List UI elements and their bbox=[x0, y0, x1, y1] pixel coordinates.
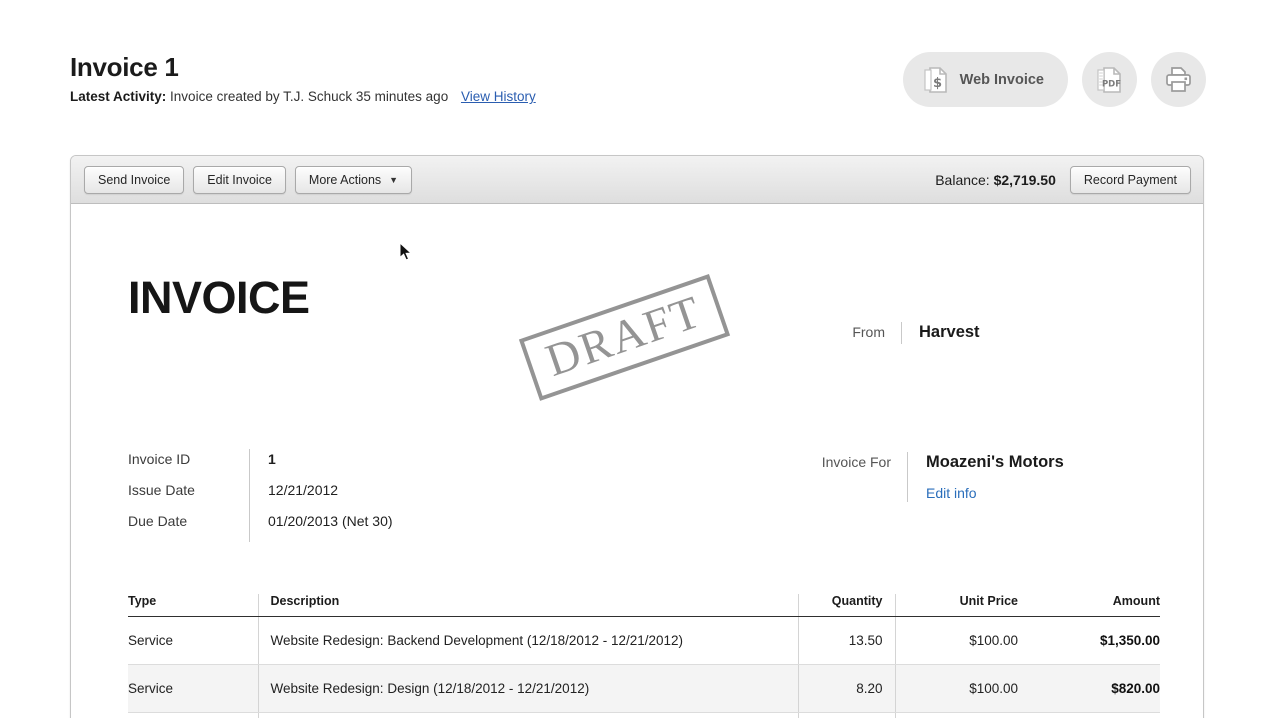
cell-type: Service bbox=[128, 664, 258, 713]
cell-description: Website Redesign: Design (12/18/2012 - 1… bbox=[257, 664, 798, 713]
table-row: Service Website Redesign: Design (12/18/… bbox=[128, 664, 1160, 713]
meta-value: 12/21/2012 bbox=[268, 482, 339, 498]
cell-quantity: 8.20 bbox=[797, 664, 895, 713]
chevron-down-icon: ▼ bbox=[389, 175, 399, 185]
send-invoice-button[interactable]: Send Invoice bbox=[84, 165, 185, 194]
cell-quantity: 13.50 bbox=[797, 616, 895, 665]
latest-activity-text: Invoice created by T.J. Schuck 35 minute… bbox=[170, 89, 449, 104]
cell-quantity: 4.20 bbox=[797, 712, 895, 718]
column-header-type: Type bbox=[128, 594, 258, 617]
meta-label: Due Date bbox=[128, 513, 188, 529]
cell-description: Website Redesign: Backend Development (1… bbox=[257, 616, 798, 665]
meta-value: 01/20/2013 (Net 30) bbox=[268, 513, 393, 529]
meta-row-invoice-id: Invoice ID 1 bbox=[128, 449, 393, 480]
draft-stamp: DRAFT bbox=[518, 274, 730, 401]
cell-unit-price: $100.00 bbox=[894, 616, 1030, 665]
line-items-table: Type Description Quantity Unit Price Amo… bbox=[128, 594, 1160, 718]
cell-unit-price: $100.00 bbox=[894, 712, 1030, 718]
print-button[interactable] bbox=[1151, 52, 1206, 107]
meta-label: Invoice ID bbox=[128, 451, 191, 467]
svg-text:PDF: PDF bbox=[1102, 79, 1121, 89]
cell-amount: $420.00 bbox=[1030, 712, 1160, 718]
svg-text:$: $ bbox=[933, 76, 942, 91]
balance-display: Balance: $2,719.50 bbox=[935, 172, 1056, 188]
table-body: Service Website Redesign: Backend Develo… bbox=[128, 616, 1160, 718]
invoice-for-label: Invoice For bbox=[821, 454, 891, 470]
invoice-panel: Send Invoice Edit Invoice More Actions ▼… bbox=[70, 155, 1204, 718]
table-row: Service Website Redesign: Frontend Devel… bbox=[128, 712, 1160, 718]
column-header-amount: Amount bbox=[1030, 594, 1160, 617]
latest-activity-label: Latest Activity: bbox=[70, 89, 167, 104]
table-head: Type Description Quantity Unit Price Amo… bbox=[128, 594, 1160, 617]
view-history-link[interactable]: View History bbox=[461, 89, 536, 104]
meta-label: Issue Date bbox=[128, 482, 195, 498]
header-actions: $ Web Invoice PDF bbox=[902, 52, 1206, 107]
from-value: Harvest bbox=[919, 323, 980, 341]
cell-amount: $820.00 bbox=[1030, 664, 1160, 713]
meta-value: 1 bbox=[268, 451, 276, 467]
from-block: From Harvest bbox=[837, 322, 980, 344]
balance-amount: $2,719.50 bbox=[993, 171, 1056, 188]
invoice-meta: Invoice ID 1 Issue Date 12/21/2012 Due D… bbox=[128, 449, 393, 542]
invoice-toolbar: Send Invoice Edit Invoice More Actions ▼… bbox=[71, 156, 1203, 204]
invoice-page: Invoice 1 Latest Activity: Invoice creat… bbox=[0, 0, 1274, 718]
more-actions-label: More Actions bbox=[308, 172, 382, 187]
meta-row-issue-date: Issue Date 12/21/2012 bbox=[128, 480, 393, 511]
table-row: Service Website Redesign: Backend Develo… bbox=[128, 616, 1160, 665]
balance-label: Balance: bbox=[935, 171, 990, 188]
column-header-quantity: Quantity bbox=[797, 594, 895, 617]
cell-description: Website Redesign: Frontend Development (… bbox=[257, 712, 798, 718]
printer-icon bbox=[1164, 66, 1193, 93]
column-header-unit-price: Unit Price bbox=[894, 594, 1030, 617]
cell-unit-price: $100.00 bbox=[894, 664, 1030, 713]
web-invoice-label: Web Invoice bbox=[959, 71, 1044, 88]
edit-info-link[interactable]: Edit info bbox=[926, 484, 1064, 502]
from-label: From bbox=[852, 324, 885, 340]
cell-amount: $1,350.00 bbox=[1030, 616, 1160, 665]
invoice-for-details: Moazeni's Motors Edit info bbox=[908, 452, 1064, 502]
record-payment-button[interactable]: Record Payment bbox=[1069, 165, 1191, 194]
cell-type: Service bbox=[128, 712, 258, 718]
invoice-for-block: Invoice For Moazeni's Motors Edit info bbox=[803, 452, 1064, 502]
invoice-heading: INVOICE bbox=[128, 272, 310, 323]
web-invoice-button[interactable]: $ Web Invoice bbox=[902, 52, 1068, 107]
pdf-document-icon: PDF bbox=[1096, 66, 1123, 94]
document-dollar-icon: $ bbox=[923, 66, 949, 94]
table-header-row: Type Description Quantity Unit Price Amo… bbox=[128, 594, 1160, 617]
cell-type: Service bbox=[128, 616, 258, 665]
pdf-button[interactable]: PDF bbox=[1082, 52, 1137, 107]
client-name: Moazeni's Motors bbox=[926, 453, 1064, 471]
invoice-document: INVOICE DRAFT From Harvest Invoice ID 1 … bbox=[71, 204, 1203, 718]
edit-invoice-button[interactable]: Edit Invoice bbox=[193, 165, 286, 194]
more-actions-button[interactable]: More Actions ▼ bbox=[294, 165, 413, 194]
column-header-description: Description bbox=[257, 594, 798, 617]
meta-row-due-date: Due Date 01/20/2013 (Net 30) bbox=[128, 511, 393, 542]
toolbar-right: Balance: $2,719.50 Record Payment bbox=[935, 165, 1191, 194]
